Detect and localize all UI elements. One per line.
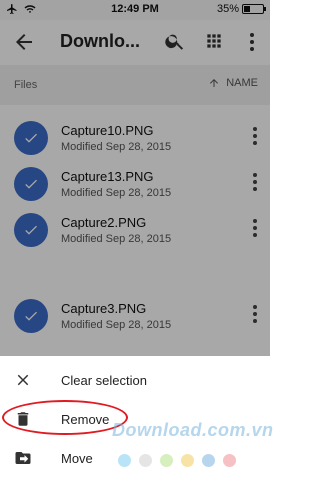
- watermark-dot: [223, 454, 236, 467]
- clear-selection-label: Clear selection: [61, 373, 147, 388]
- clear-selection-item[interactable]: Clear selection: [0, 360, 270, 398]
- watermark: Download.com.vn: [112, 420, 274, 440]
- watermark-dot: [118, 454, 131, 467]
- watermark-dot: [181, 454, 194, 467]
- folder-move-icon: [15, 452, 31, 464]
- watermark-dot: [139, 454, 152, 467]
- highlight-ellipse: [2, 400, 128, 435]
- watermark-dot: [202, 454, 215, 467]
- watermark-dot: [160, 454, 173, 467]
- close-icon: [17, 374, 29, 386]
- move-label: Move: [61, 451, 93, 466]
- watermark-dots: [118, 454, 236, 467]
- modal-scrim[interactable]: [0, 0, 270, 356]
